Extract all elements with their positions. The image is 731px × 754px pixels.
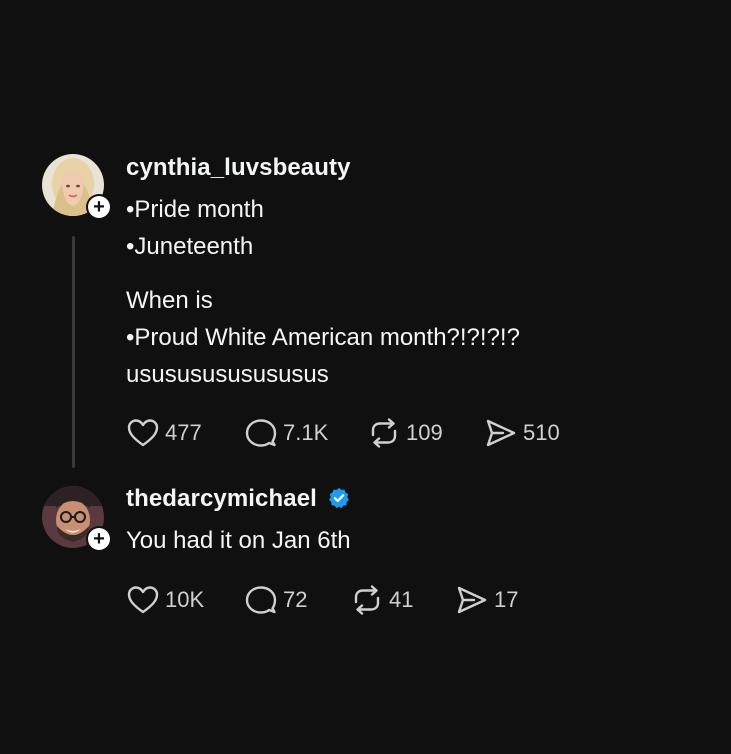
repost-icon: [354, 585, 380, 615]
comment-icon: [245, 419, 277, 447]
thread-line: [72, 236, 75, 468]
send-icon: [457, 586, 487, 614]
send-icon: [486, 419, 516, 447]
post-text-line: You had it on Jan 6th: [126, 527, 351, 554]
post-text-line: usususususususus: [126, 361, 329, 388]
like-button[interactable]: 10K: [127, 585, 204, 615]
username[interactable]: thedarcymichael: [126, 485, 317, 513]
share-count: 510: [523, 420, 560, 445]
post-text-line: •Pride month: [126, 196, 264, 223]
share-button[interactable]: 17: [456, 585, 518, 615]
repost-button[interactable]: 41: [351, 585, 413, 615]
post-text-line: •Proud White American month?!?!?!?: [126, 324, 520, 351]
follow-button[interactable]: +: [86, 194, 112, 220]
heart-icon: [127, 419, 159, 447]
reply-button[interactable]: 72: [245, 585, 307, 615]
repost-icon: [371, 418, 397, 448]
repost-count: 109: [406, 420, 443, 445]
repost-button[interactable]: 109: [368, 418, 443, 448]
post-text-line: When is: [126, 287, 213, 314]
reply-button[interactable]: 7.1K: [245, 418, 328, 448]
share-count: 17: [494, 587, 519, 612]
author-avatar-container[interactable]: +: [42, 154, 112, 220]
author-avatar-container[interactable]: +: [42, 486, 112, 552]
verified-badge-icon: [329, 487, 349, 509]
like-count: 477: [165, 420, 202, 445]
like-count: 10K: [165, 587, 205, 612]
post-text-line: •Juneteenth: [126, 233, 254, 260]
plus-icon: +: [88, 528, 110, 550]
reply-count: 72: [283, 587, 308, 612]
share-button[interactable]: 510: [485, 418, 560, 448]
follow-button[interactable]: +: [86, 526, 112, 552]
reply-count: 7.1K: [283, 420, 329, 445]
heart-icon: [127, 586, 159, 614]
repost-count: 41: [389, 587, 414, 612]
plus-icon: +: [88, 196, 110, 218]
comment-icon: [245, 586, 277, 614]
username[interactable]: cynthia_luvsbeauty: [126, 154, 351, 182]
like-button[interactable]: 477: [127, 418, 202, 448]
